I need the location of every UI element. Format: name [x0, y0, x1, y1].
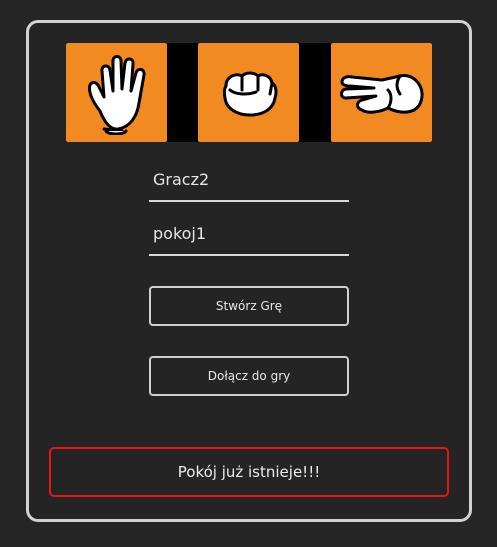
error-message: Pokój już istnieje!!!	[177, 463, 321, 481]
player-name-input[interactable]	[149, 158, 349, 202]
create-game-label: Stwórz Grę	[215, 299, 283, 313]
paper-hand-icon	[87, 54, 146, 135]
create-game-button[interactable]: Stwórz Grę	[149, 286, 349, 326]
error-alert: Pokój już istnieje!!!	[49, 447, 449, 497]
rock-choice[interactable]	[198, 43, 299, 142]
scissors-hand-icon	[339, 73, 423, 114]
rock-fist-icon	[222, 71, 277, 116]
room-name-input[interactable]	[149, 212, 349, 256]
scissors-choice[interactable]	[331, 43, 432, 142]
join-game-button[interactable]: Dołącz do gry	[149, 356, 349, 396]
join-game-label: Dołącz do gry	[207, 369, 291, 383]
paper-choice[interactable]	[66, 43, 167, 142]
